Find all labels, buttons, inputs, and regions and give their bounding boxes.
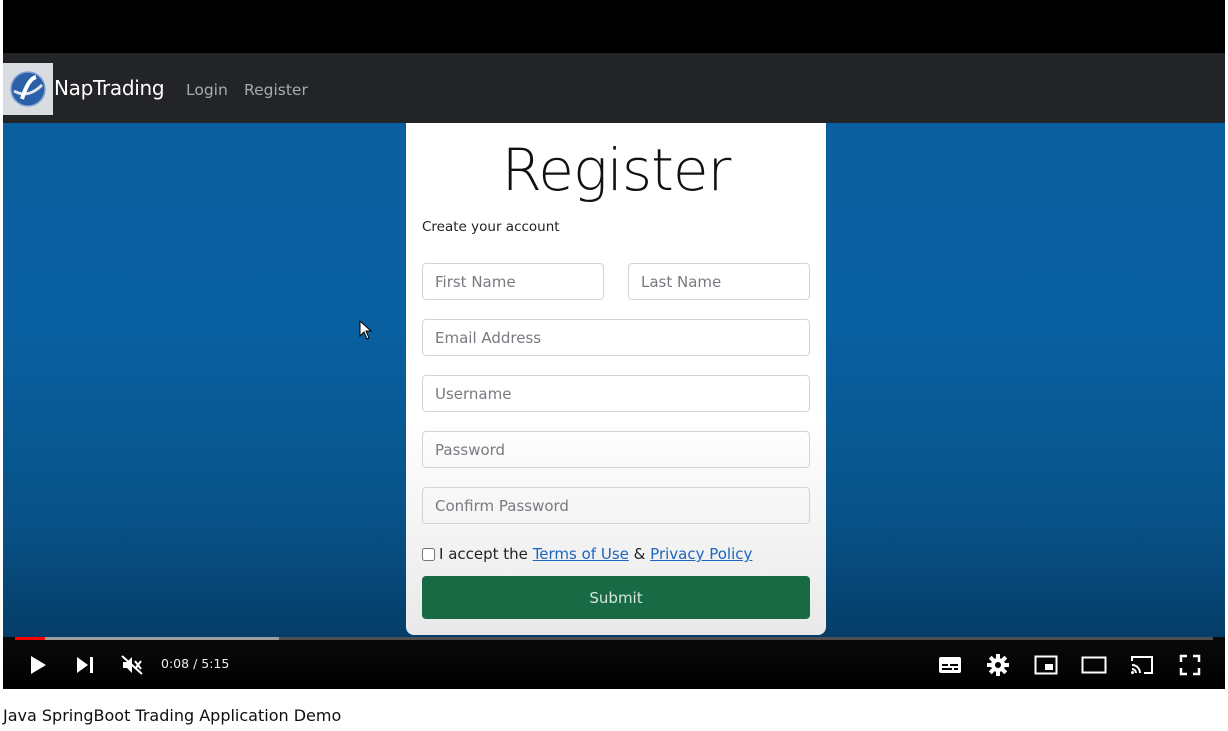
theater-icon[interactable]	[1080, 651, 1108, 679]
register-subtitle: Create your account	[422, 219, 560, 235]
mouse-cursor-icon	[359, 319, 373, 344]
video-frame: NapTrading Login Register Register Creat…	[3, 53, 1225, 637]
last-name-input[interactable]	[628, 263, 810, 300]
time-display: 0:08 / 5:15	[161, 656, 229, 671]
terms-consent: I accept the Terms of Use & Privacy Poli…	[422, 545, 752, 563]
brand-name[interactable]: NapTrading	[54, 76, 165, 100]
naptrading-logo[interactable]	[3, 63, 53, 115]
privacy-policy-link[interactable]: Privacy Policy	[650, 545, 752, 563]
email-input[interactable]	[422, 319, 810, 356]
nav-register-link[interactable]: Register	[244, 81, 308, 99]
register-card: Register Create your account I accept th…	[406, 123, 826, 635]
terms-checkbox[interactable]	[422, 547, 435, 561]
confirm-password-input[interactable]	[422, 487, 810, 524]
consent-prefix: I accept the	[439, 545, 528, 563]
app-navbar: NapTrading Login Register	[3, 53, 1225, 123]
subtitles-icon[interactable]	[936, 651, 964, 679]
progress-buffered	[15, 637, 279, 640]
muted-icon[interactable]	[118, 651, 146, 679]
username-input[interactable]	[422, 375, 810, 412]
miniplayer-icon[interactable]	[1032, 651, 1060, 679]
password-input[interactable]	[422, 431, 810, 468]
register-title: Register	[501, 136, 732, 204]
next-icon[interactable]	[71, 651, 99, 679]
first-name-input[interactable]	[422, 263, 604, 300]
cast-icon[interactable]	[1128, 651, 1156, 679]
progress-played	[15, 637, 45, 640]
terms-of-use-link[interactable]: Terms of Use	[533, 545, 629, 563]
video-title[interactable]: Java SpringBoot Trading Application Demo	[3, 706, 341, 725]
fullscreen-icon[interactable]	[1176, 651, 1204, 679]
submit-button[interactable]: Submit	[422, 576, 810, 619]
nav-login-link[interactable]: Login	[186, 81, 228, 99]
settings-icon[interactable]	[984, 651, 1012, 679]
current-time: 0:08	[161, 656, 190, 671]
play-icon[interactable]	[24, 651, 52, 679]
progress-bar[interactable]	[15, 637, 1213, 640]
player-controls: 0:08 / 5:15	[3, 637, 1225, 689]
video-player[interactable]: NapTrading Login Register Register Creat…	[3, 0, 1225, 689]
consent-ampersand: &	[633, 545, 646, 563]
time-separator: /	[193, 656, 198, 671]
duration: 5:15	[201, 656, 230, 671]
